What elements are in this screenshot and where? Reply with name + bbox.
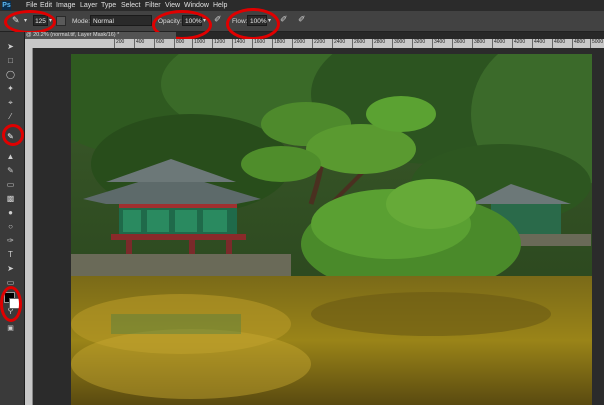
menu-image[interactable]: Image — [56, 0, 75, 11]
move-tool-icon[interactable]: ➤ — [5, 42, 16, 52]
history-brush-tool-icon[interactable]: ✎ — [5, 166, 16, 176]
ruler-tick: 2600 — [352, 39, 365, 48]
document-tab[interactable]: @ 20.2% (normal.tif, Layer Mask/16) * — [24, 32, 176, 39]
menu-help[interactable]: Help — [213, 0, 227, 11]
ruler-tick: 4800 — [572, 39, 585, 48]
clone-stamp-tool-icon[interactable]: ▲ — [5, 152, 16, 162]
menu-select[interactable]: Select — [121, 0, 140, 11]
vertical-ruler — [24, 48, 33, 405]
ruler-tick: 1200 — [212, 39, 225, 48]
ruler-tick: 4600 — [552, 39, 565, 48]
ruler-tick: 2400 — [332, 39, 345, 48]
ruler-tick: 2800 — [372, 39, 385, 48]
blur-tool-icon[interactable]: ● — [5, 208, 16, 218]
path-select-tool-icon[interactable]: ➤ — [5, 264, 16, 274]
ruler-tick: 200 — [114, 39, 124, 48]
airbrush-icon[interactable]: ✐ — [280, 14, 288, 25]
marquee-tool-icon[interactable]: □ — [5, 56, 16, 66]
ruler-tick: 2200 — [312, 39, 325, 48]
ruler-tick: 800 — [174, 39, 184, 48]
pen-tool-icon[interactable]: ✑ — [5, 236, 16, 246]
mode-label: Mode: — [72, 18, 91, 25]
ruler-tick: 3400 — [432, 39, 445, 48]
eyedropper-tool-icon[interactable]: ⁄ — [5, 112, 16, 122]
ruler-tick: 1800 — [272, 39, 285, 48]
menu-edit[interactable]: Edit — [40, 0, 52, 11]
ruler-tick: 4400 — [532, 39, 545, 48]
brush-panel-toggle-icon[interactable] — [56, 16, 66, 26]
options-bar: ✎ ▾ 125 ▾ Mode: Normal Opacity: 100% ▾ ✐… — [0, 11, 604, 32]
gradient-tool-icon[interactable]: ▩ — [5, 194, 16, 204]
highlight-circle-brush-size — [4, 10, 56, 34]
ruler-tick: 3000 — [392, 39, 405, 48]
quick-select-tool-icon[interactable]: ✦ — [5, 84, 16, 94]
ruler-tick: 3800 — [472, 39, 485, 48]
photoshop-logo: Ps — [2, 1, 11, 10]
lasso-tool-icon[interactable]: ◯ — [5, 70, 16, 80]
ruler-tick: 4200 — [512, 39, 525, 48]
toolbox: ➤ □ ◯ ✦ ⌖ ⁄ ✎ ▲ ✎ ▭ ▩ ● ○ ✑ T ➤ ▭ ✋ ⚲ ▣ — [0, 32, 25, 405]
eraser-tool-icon[interactable]: ▭ — [5, 180, 16, 190]
ruler-tick: 1400 — [232, 39, 245, 48]
type-tool-icon[interactable]: T — [5, 250, 16, 260]
menu-filter[interactable]: Filter — [145, 0, 161, 11]
highlight-circle-brush-tool — [2, 124, 24, 146]
mode-select[interactable]: Normal — [90, 15, 152, 26]
ruler-tick: 1600 — [252, 39, 265, 48]
highlight-circle-flow — [226, 8, 280, 40]
highlight-circle-color-swatches — [0, 286, 22, 322]
ruler-tick: 3600 — [452, 39, 465, 48]
pressure-opacity-icon[interactable]: ✐ — [214, 14, 222, 25]
document-image[interactable] — [71, 54, 592, 405]
ruler-tick: 1000 — [192, 39, 205, 48]
ruler-tick: 2000 — [292, 39, 305, 48]
menu-type[interactable]: Type — [101, 0, 116, 11]
dodge-tool-icon[interactable]: ○ — [5, 222, 16, 232]
ruler-tick: 4000 — [492, 39, 505, 48]
menu-bar: Ps File Edit Image Layer Type Select Fil… — [0, 0, 604, 11]
quick-mask-icon[interactable]: ▣ — [5, 324, 16, 334]
crop-tool-icon[interactable]: ⌖ — [5, 98, 16, 108]
pressure-size-icon[interactable]: ✐ — [298, 14, 306, 25]
ruler-tick: 5000 — [590, 39, 603, 48]
ruler-tick: 3200 — [412, 39, 425, 48]
ruler-tick: 600 — [154, 39, 164, 48]
garden-pavilion-photo — [71, 54, 592, 405]
ruler-tick: 400 — [134, 39, 144, 48]
menu-layer[interactable]: Layer — [80, 0, 98, 11]
